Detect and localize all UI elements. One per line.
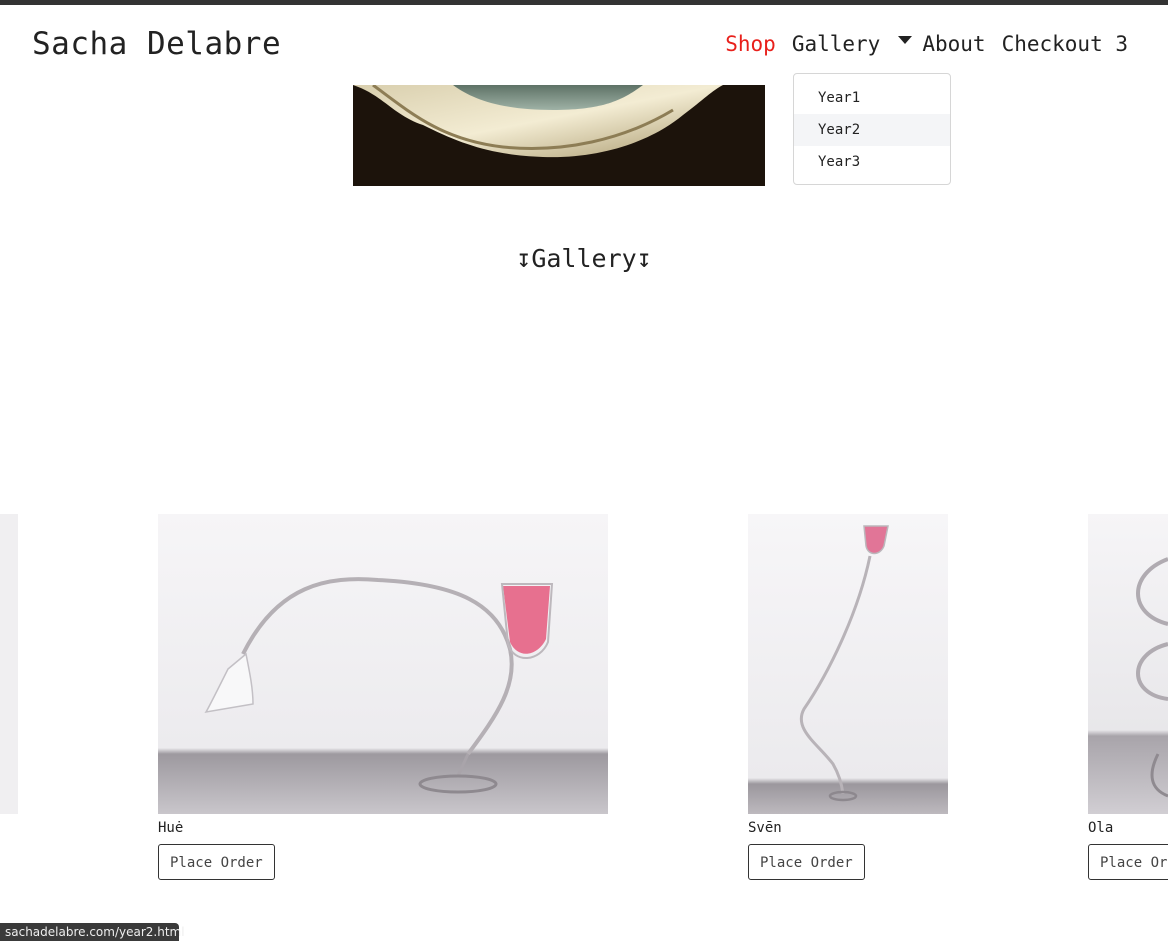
dropdown-item-year1[interactable]: Year1 bbox=[794, 82, 950, 114]
nav-about-link[interactable]: About bbox=[922, 32, 985, 56]
product-image[interactable] bbox=[0, 514, 18, 814]
nav-shop-link[interactable]: Shop bbox=[725, 32, 776, 56]
product-image[interactable] bbox=[748, 514, 948, 814]
window-top-bar bbox=[0, 0, 1168, 5]
product-card: Ola Place Order bbox=[1088, 514, 1168, 880]
section-title: ↧Gallery↧ bbox=[516, 244, 652, 273]
dropdown-item-year3[interactable]: Year3 bbox=[794, 146, 950, 178]
product-image[interactable] bbox=[1088, 514, 1168, 814]
dropdown-item-year2[interactable]: Year2 bbox=[794, 114, 950, 146]
place-order-button[interactable]: Place Order bbox=[158, 844, 275, 880]
product-card: Huė Place Order bbox=[158, 514, 608, 880]
gallery-dropdown-menu: Year1 Year2 Year3 bbox=[793, 73, 951, 185]
nav-checkout-link[interactable]: Checkout 3 bbox=[1002, 32, 1128, 56]
main-nav: Shop Gallery About Checkout 3 bbox=[725, 32, 1128, 56]
site-brand[interactable]: Sacha Delabre bbox=[32, 26, 281, 62]
status-bar-url: sachadelabre.com/year2.html bbox=[0, 923, 185, 941]
product-name: Svēn bbox=[748, 820, 782, 836]
hero-image bbox=[353, 85, 765, 186]
product-name: Ola bbox=[1088, 820, 1114, 836]
product-card: Svēn Place Order bbox=[748, 514, 948, 880]
place-order-button[interactable]: Place Order bbox=[748, 844, 865, 880]
dropdown-caret-icon[interactable] bbox=[898, 36, 913, 44]
product-name: Huė bbox=[158, 820, 184, 836]
place-order-button[interactable]: Place Order bbox=[1088, 844, 1168, 880]
nav-gallery-link[interactable]: Gallery bbox=[792, 32, 881, 56]
product-image[interactable] bbox=[158, 514, 608, 814]
product-card-partial-left[interactable] bbox=[0, 514, 18, 814]
